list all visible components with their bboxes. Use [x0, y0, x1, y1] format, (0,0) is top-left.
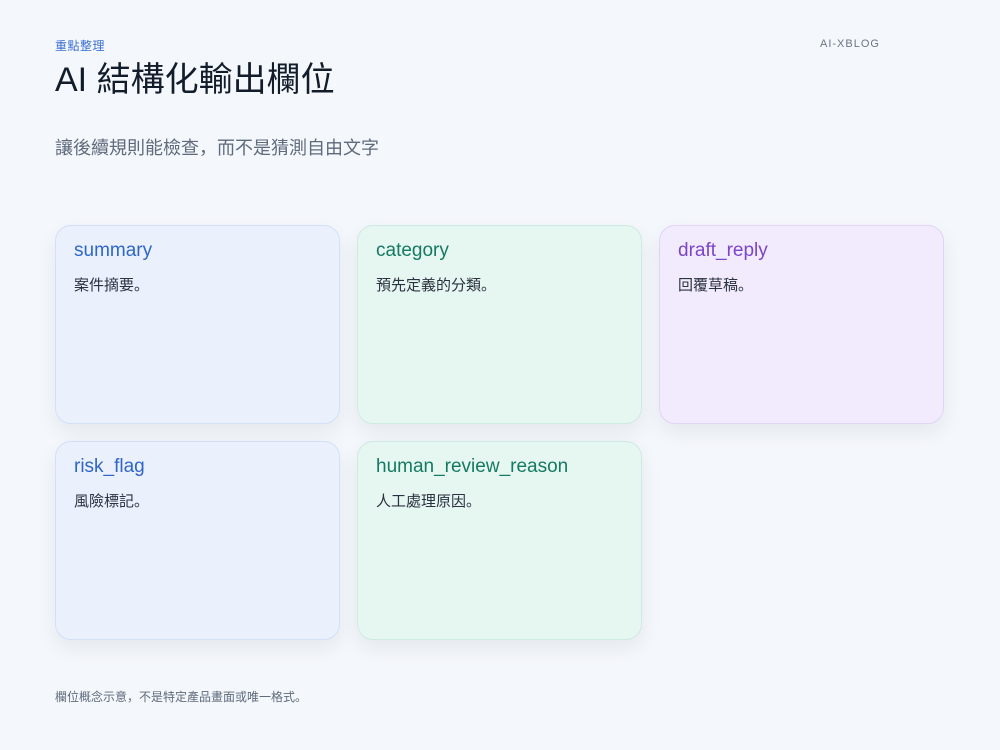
field-description: 風險標記。 [74, 493, 150, 510]
field-card-summary: summary 案件摘要。 [55, 225, 340, 424]
field-name: category [376, 240, 449, 261]
field-card-draft-reply: draft_reply 回覆草稿。 [659, 225, 944, 424]
field-card-category: category 預先定義的分類。 [357, 225, 642, 424]
brand-label: AI-XBLOG [820, 38, 880, 50]
field-description: 預先定義的分類。 [376, 277, 497, 294]
footnote: 欄位概念示意，不是特定產品畫面或唯一格式。 [55, 690, 308, 704]
page-title: AI 結構化輸出欄位 [55, 61, 335, 99]
field-description: 回覆草稿。 [678, 277, 754, 294]
field-name: draft_reply [678, 240, 768, 261]
field-name: human_review_reason [376, 456, 569, 477]
field-description: 人工處理原因。 [376, 493, 482, 510]
field-description: 案件摘要。 [74, 277, 150, 294]
page-subtitle: 讓後續規則能檢查，而不是猜測自由文字 [55, 138, 379, 158]
field-name: risk_flag [74, 456, 145, 477]
eyebrow-label: 重點整理 [55, 39, 106, 53]
field-card-human-review-reason: human_review_reason 人工處理原因。 [357, 441, 642, 640]
field-card-risk-flag: risk_flag 風險標記。 [55, 441, 340, 640]
field-name: summary [74, 240, 153, 261]
